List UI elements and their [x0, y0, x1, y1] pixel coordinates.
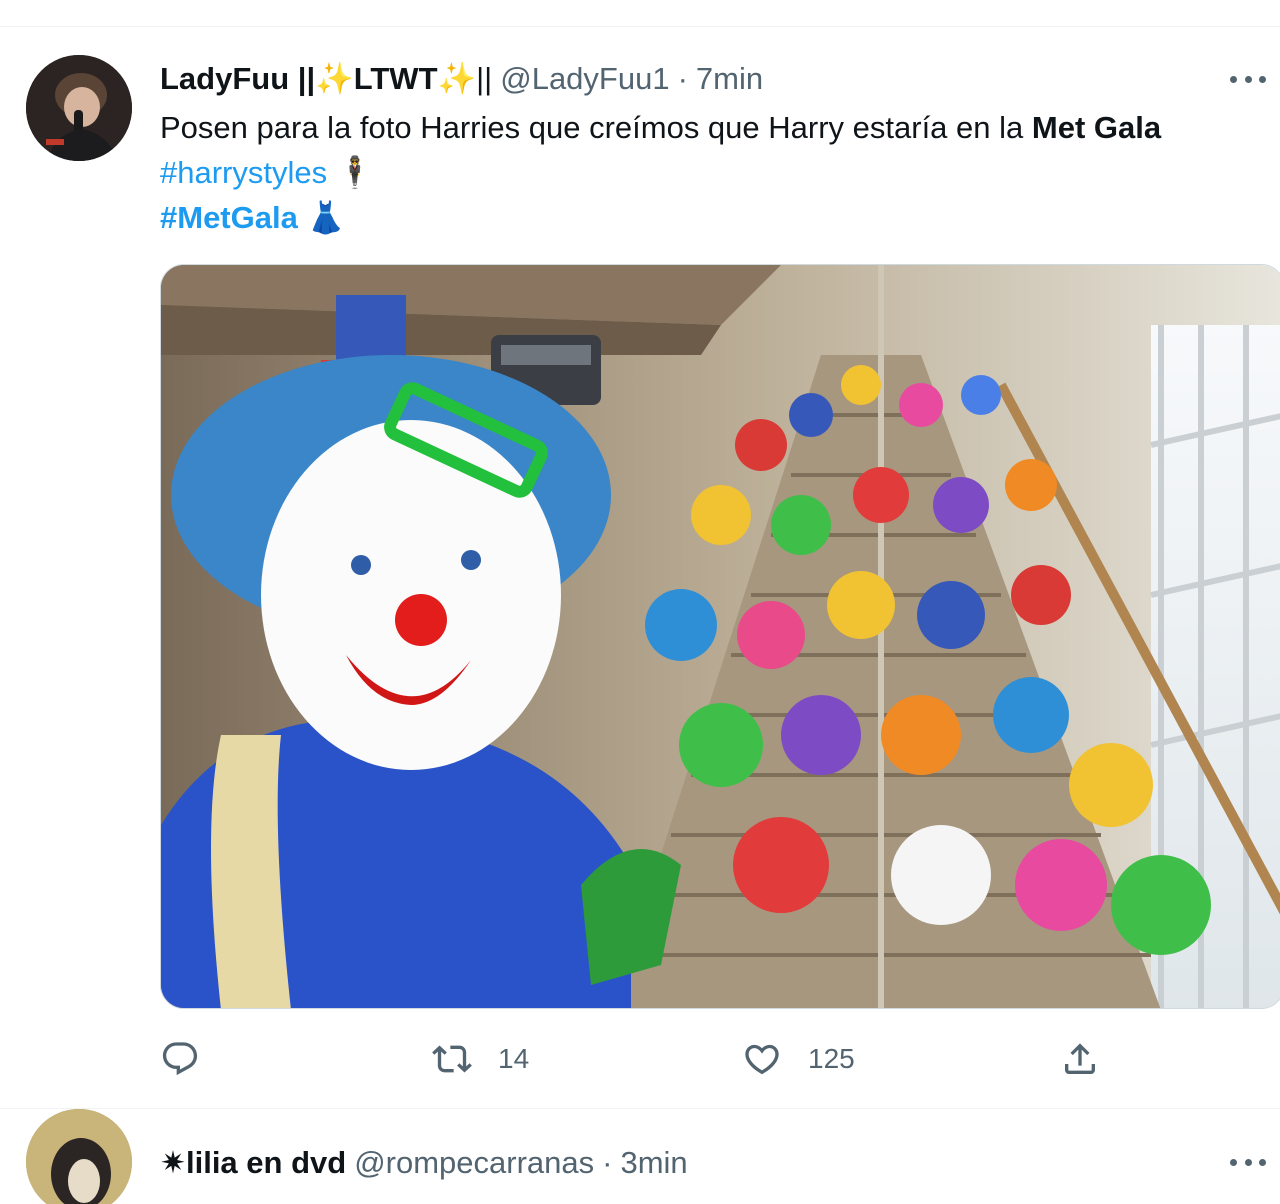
hashtag-link[interactable]: #MetGala — [160, 200, 298, 235]
text-segment: Posen para la foto Harries que creímos q… — [160, 110, 1032, 145]
person-emoji-icon: 🕴 — [335, 155, 375, 190]
tweet-header: LadyFuu ||✨LTWT✨|| @LadyFuu1 · 7min — [160, 60, 763, 97]
text-bold: Met Gala — [1031, 110, 1162, 145]
tweet-text-line: #MetGala 👗 — [160, 195, 1260, 240]
tweet-text-line: Posen para la foto Harries que creímos q… — [160, 105, 1260, 150]
display-name-text: LTWT — [353, 61, 438, 96]
sparkle-icon: ✨ — [315, 61, 354, 96]
separator: · — [677, 61, 688, 96]
more-icon[interactable] — [1230, 73, 1266, 85]
tweet-photo[interactable] — [160, 264, 1280, 1009]
avatar[interactable] — [26, 55, 132, 161]
display-name-text: || — [476, 61, 493, 96]
tweet-text: Posen para la foto Harries que creímos q… — [160, 105, 1260, 240]
share-button[interactable] — [1060, 1039, 1100, 1079]
reply-button[interactable] — [160, 1039, 200, 1079]
star-icon: ✷ — [160, 1145, 186, 1180]
retweet-count: 14 — [498, 1043, 530, 1074]
handle[interactable]: @LadyFuu1 — [500, 61, 669, 97]
timestamp[interactable]: 3min — [620, 1145, 687, 1181]
like-count: 125 — [808, 1043, 855, 1074]
display-name-text: LadyFuu || — [160, 61, 316, 96]
tweet[interactable]: ✷lilia en dvd @rompecarranas · 3min — [0, 1109, 1280, 1204]
heart-icon — [745, 1044, 779, 1075]
separator: · — [602, 1145, 613, 1180]
timestamp[interactable]: 7min — [696, 61, 763, 97]
display-name[interactable]: LadyFuu ||✨LTWT✨|| — [160, 60, 492, 97]
retweet-button[interactable]: 14 — [432, 1039, 529, 1079]
tweet-text-line: #harrystyles 🕴 — [160, 150, 1260, 195]
retweet-icon — [432, 1045, 472, 1073]
handle[interactable]: @rompecarranas — [354, 1145, 594, 1181]
display-name[interactable]: ✷lilia en dvd — [160, 1145, 346, 1181]
display-name-text: lilia en dvd — [185, 1145, 347, 1180]
avatar-image — [26, 1109, 132, 1204]
tweet-header: ✷lilia en dvd @rompecarranas · 3min — [160, 1145, 688, 1181]
like-button[interactable]: 125 — [742, 1039, 855, 1079]
hashtag-link[interactable]: #harrystyles — [160, 155, 327, 190]
sparkle-icon: ✨ — [437, 61, 477, 96]
avatar[interactable] — [26, 1109, 132, 1204]
reply-icon — [162, 1042, 198, 1076]
tweet[interactable]: LadyFuu ||✨LTWT✨|| @LadyFuu1 · 7min Pose… — [0, 27, 1280, 1109]
more-icon[interactable] — [1230, 1156, 1266, 1168]
avatar-image — [26, 55, 132, 161]
dress-emoji-icon: 👗 — [306, 200, 346, 235]
share-icon — [1065, 1043, 1095, 1074]
tweet-actions: 14 125 — [0, 1039, 1280, 1085]
clowns-photo — [161, 265, 1280, 1008]
